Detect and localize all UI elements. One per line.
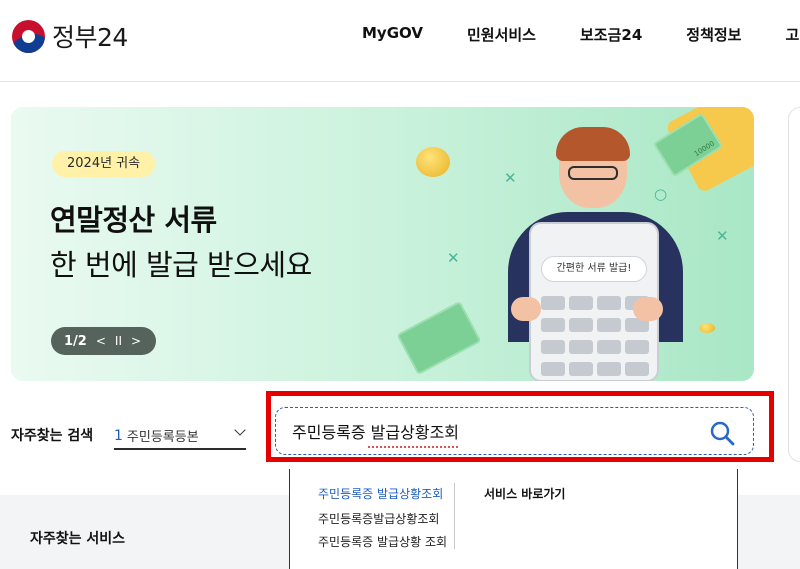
header: 정부24 MyGOV 민원서비스 보조금24 정책정보 고	[0, 0, 800, 82]
glasses-icon	[568, 166, 618, 180]
search-icon[interactable]	[709, 420, 735, 446]
frequent-search-select[interactable]: 1 주민등록등본	[114, 423, 246, 450]
promo-banner[interactable]: 2024년 귀속 연말정산 서류 한 번에 발급 받으세요 1/2 < II >…	[11, 107, 754, 381]
dropdown-divider	[454, 483, 455, 549]
banner-headline: 한 번에 발급 받으세요	[50, 248, 312, 282]
coin-icon	[699, 323, 715, 333]
taegeuk-logo-icon	[12, 19, 45, 53]
side-card[interactable]	[788, 107, 800, 462]
search-box	[275, 407, 754, 455]
chevron-down-icon	[234, 424, 246, 436]
logo[interactable]: 정부24	[12, 18, 128, 54]
main-nav: MyGOV 민원서비스 보조금24 정책정보 고	[362, 24, 800, 45]
banner-badge: 2024년 귀속	[52, 151, 156, 177]
frequent-value: 주민등록등본	[126, 430, 199, 445]
banner-headline-bold: 연말정산 서류	[50, 203, 217, 237]
hand-right	[633, 297, 663, 321]
person-hair	[556, 127, 630, 161]
pager-count: 1/2	[64, 333, 87, 349]
service-shortcut-title: 서비스 바로가기	[484, 487, 566, 501]
hand-left	[511, 297, 541, 321]
circle-deco-icon: ○	[654, 185, 668, 203]
calculator-screen: 간편한 서류 발급!	[541, 256, 647, 282]
logo-text: 정부24	[52, 23, 128, 52]
banner-pager: 1/2 < II >	[51, 327, 156, 355]
sparkle-icon: ✕	[447, 249, 460, 267]
frequent-services-title: 자주찾는 서비스	[30, 531, 126, 547]
autocomplete-dropdown: 주민등록증 발급상황조회 주민등록증발급상황조회 주민등록증 발급상황 조회 서…	[289, 469, 738, 569]
prev-slide-button[interactable]: <	[96, 334, 106, 348]
frequent-search-label: 자주찾는 검색	[11, 428, 94, 444]
suggestion-item[interactable]: 주민등록증발급상황조회	[318, 510, 439, 527]
spellcheck-underline	[368, 446, 458, 448]
nav-mygov[interactable]: MyGOV	[362, 24, 423, 45]
nav-civil-services[interactable]: 민원서비스	[467, 24, 536, 45]
pause-button[interactable]: II	[115, 334, 122, 348]
page: 정부24 MyGOV 민원서비스 보조금24 정책정보 고 2024년 귀속 연…	[0, 0, 800, 569]
nav-subsidy24[interactable]: 보조금24	[580, 24, 642, 45]
suggestion-item[interactable]: 주민등록증 발급상황조회	[318, 485, 443, 502]
coin-icon	[416, 147, 450, 177]
nav-more-cut[interactable]: 고	[785, 24, 799, 45]
nav-policy-info[interactable]: 정책정보	[686, 24, 741, 45]
money-bill-icon	[396, 300, 482, 376]
next-slide-button[interactable]: >	[131, 334, 141, 348]
frequent-rank: 1	[114, 427, 123, 444]
search-input[interactable]	[292, 421, 712, 440]
sparkle-icon: ✕	[716, 227, 729, 245]
sparkle-icon: ✕	[504, 169, 517, 187]
suggestion-item[interactable]: 주민등록증 발급상황 조회	[318, 533, 447, 550]
